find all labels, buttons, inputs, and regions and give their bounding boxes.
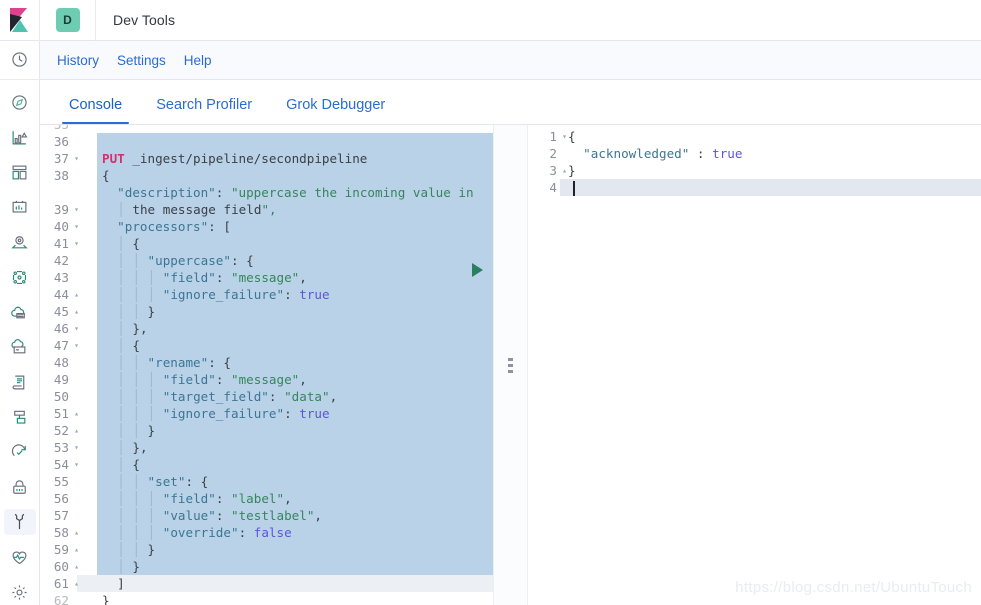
sidebar-item-siem[interactable]: [4, 474, 36, 500]
subnav-help[interactable]: Help: [175, 49, 221, 72]
app-badge-container: D: [40, 0, 96, 41]
lock-icon: [13, 479, 26, 494]
sidebar-item-machine-learning[interactable]: [4, 299, 36, 325]
editor-action-buttons: [472, 261, 493, 278]
panel-resize-divider[interactable]: [493, 125, 528, 605]
canvas-icon: [12, 200, 27, 213]
sidebar-divider: [0, 79, 40, 81]
resize-grip-icon[interactable]: [508, 357, 513, 373]
response-code-text[interactable]: { "acknowledged" : true}: [568, 128, 745, 196]
dev-tools-console-page: D Dev Tools History Settings Help Consol…: [0, 0, 981, 605]
sidebar-item-dashboard[interactable]: [4, 159, 36, 185]
tab-search-profiler[interactable]: Search Profiler: [139, 97, 269, 124]
dashboard-icon: [12, 165, 27, 180]
request-code-text[interactable]: PUT _ingest/pipeline/secondpipeline{ "de…: [102, 133, 477, 605]
maps-icon: [11, 235, 28, 248]
subnav-settings[interactable]: Settings: [108, 49, 175, 72]
response-text-cursor: [573, 181, 575, 196]
request-editor[interactable]: 353637▾3839▾40▾41▾424344▴45▴46▾47▾484950…: [40, 125, 493, 605]
chart-icon: [12, 130, 28, 145]
console-workarea: 353637▾3839▾40▾41▾424344▴45▴46▾47▾484950…: [40, 125, 981, 605]
logs-icon: [12, 375, 25, 390]
subnav-history[interactable]: History: [48, 49, 108, 72]
sidebar-item-uptime[interactable]: [4, 439, 36, 465]
sidebar-item-canvas[interactable]: [4, 194, 36, 220]
compass-icon: [12, 94, 27, 110]
wrench-icon: [14, 513, 25, 529]
tab-console[interactable]: Console: [52, 97, 139, 124]
uptime-icon: [11, 443, 26, 456]
sidebar-item-discover[interactable]: [4, 89, 36, 115]
clock-icon: [12, 52, 27, 67]
request-line-numbers: 353637▾3839▾40▾41▾424344▴45▴46▾47▾484950…: [40, 125, 79, 605]
run-request-button[interactable]: [472, 262, 483, 277]
sidebar-item-dev-tools[interactable]: [3, 509, 36, 536]
dev-tools-tabs: Console Search Profiler Grok Debugger: [40, 80, 981, 125]
sidebar-item-infrastructure[interactable]: [4, 334, 36, 360]
sidebar-item-management[interactable]: [4, 579, 36, 605]
response-editor[interactable]: 1 ▾ 2 3 ▴ 4 { "acknowledged" : true}: [528, 125, 981, 605]
page-title: Dev Tools: [113, 12, 176, 28]
watermark: https://blog.csdn.net/UbuntuTouch: [735, 579, 972, 596]
gear-icon: [12, 584, 27, 600]
tab-grok-debugger[interactable]: Grok Debugger: [269, 97, 402, 124]
app-badge: D: [55, 8, 80, 32]
response-line-numbers: 1 ▾ 2 3 ▴ 4: [528, 128, 567, 196]
apm-icon: [14, 410, 26, 424]
kibana-home-button[interactable]: [0, 0, 40, 41]
sidebar-item-monitoring[interactable]: [4, 544, 36, 570]
infra-icon: [11, 338, 26, 353]
kibana-logo-icon: [9, 8, 28, 32]
ml-icon: [11, 306, 25, 318]
sidebar-item-graph[interactable]: [4, 264, 36, 290]
sidebar-item-logs[interactable]: [4, 369, 36, 395]
sidebar-item-apm[interactable]: [4, 404, 36, 430]
sidebar-item-visualize[interactable]: [4, 124, 36, 150]
monitoring-icon: [12, 551, 27, 564]
console-subnav: History Settings Help: [40, 41, 981, 80]
graph-icon: [12, 270, 27, 284]
primary-sidebar-nav: [0, 41, 40, 605]
sidebar-item-recent[interactable]: [4, 47, 36, 73]
top-header-bar: D Dev Tools: [0, 0, 981, 41]
sidebar-item-maps[interactable]: [4, 229, 36, 255]
